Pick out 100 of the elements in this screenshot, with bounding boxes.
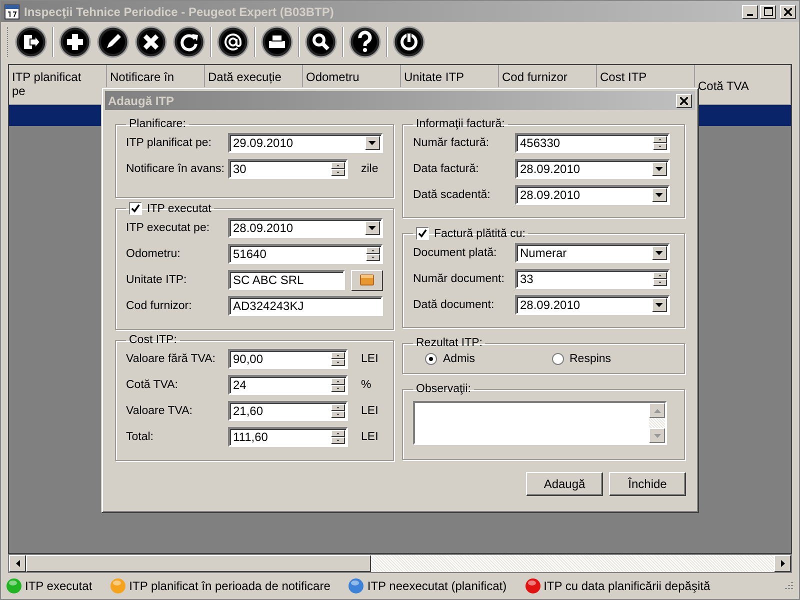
- maximize-button[interactable]: [760, 4, 776, 18]
- unit-label: LEI: [361, 431, 378, 443]
- spin-field[interactable]: 51640: [228, 244, 383, 264]
- arrow-up-icon: [654, 408, 660, 412]
- arrow-down-icon: [654, 434, 660, 438]
- spin-buttons[interactable]: [366, 247, 380, 261]
- help-icon: [349, 26, 381, 58]
- scroll-up-button[interactable]: [649, 403, 665, 418]
- field-label: Dată document:: [413, 299, 496, 311]
- dropdown-button[interactable]: [652, 162, 667, 176]
- unit-label: %: [361, 379, 372, 391]
- minimize-button[interactable]: [742, 4, 758, 18]
- toolbar-button[interactable]: [172, 25, 206, 59]
- close-button[interactable]: [780, 4, 796, 18]
- legend-label: ITP neexecutat (planificat): [367, 579, 507, 593]
- checkbox[interactable]: [416, 227, 429, 240]
- field-label: Document plată:: [413, 247, 498, 259]
- scrollbar-thumb[interactable]: [26, 555, 371, 572]
- date-picker[interactable]: 28.09.2010: [515, 159, 670, 179]
- toolbar-button[interactable]: [58, 25, 92, 59]
- toolbar-button[interactable]: [348, 25, 382, 59]
- field-label: Odometru:: [126, 248, 182, 260]
- exit-icon: [15, 26, 47, 58]
- toolbar-button[interactable]: [392, 25, 426, 59]
- spin-buttons[interactable]: [653, 136, 667, 150]
- spin-buttons[interactable]: [331, 404, 345, 418]
- spin-buttons[interactable]: [331, 430, 345, 444]
- close-icon: [784, 8, 792, 16]
- unit-label: zile: [361, 163, 378, 175]
- minimize-icon: [747, 14, 753, 16]
- spin-field[interactable]: 456330: [515, 133, 670, 153]
- spin-buttons[interactable]: [331, 162, 345, 176]
- dropdown-button[interactable]: [652, 188, 667, 202]
- field-label: Valoare fără TVA:: [126, 353, 216, 365]
- legend-label: ITP executat: [25, 579, 92, 593]
- toolbar-button[interactable]: [134, 25, 168, 59]
- dialog-button[interactable]: Adaugă: [526, 472, 603, 496]
- group-title: Rezultat ITP:: [416, 337, 482, 349]
- field-label: Unitate ITP:: [126, 274, 188, 286]
- spin-field[interactable]: 111,60: [228, 427, 348, 447]
- dropdown-field[interactable]: Numerar: [515, 243, 670, 263]
- caret-down-icon: [655, 250, 664, 256]
- group-title: Factură plătită cu:: [434, 228, 526, 240]
- at-sign-icon: [217, 26, 249, 58]
- search-icon: [305, 26, 337, 58]
- radio-option[interactable]: Admis: [425, 353, 552, 365]
- x-icon: [135, 26, 167, 58]
- horizontal-scrollbar[interactable]: [8, 554, 792, 573]
- group-title: ITP executat: [147, 202, 212, 214]
- dropdown-button[interactable]: [652, 246, 667, 260]
- spin-buttons[interactable]: [653, 272, 667, 286]
- browse-button[interactable]: [351, 270, 383, 290]
- window-title: Inspecţii Tehnice Periodice - Peugeot Expert (B03BTP): [24, 4, 334, 18]
- date-picker[interactable]: 28.09.2010: [228, 218, 383, 238]
- field-label: Cotă TVA:: [126, 379, 179, 391]
- caret-down-icon: [368, 226, 377, 230]
- printer-icon: [261, 26, 293, 58]
- toolbar-button[interactable]: [96, 25, 130, 59]
- dropdown-button[interactable]: [652, 298, 667, 312]
- field-label: ITP planificat pe:: [126, 137, 212, 149]
- maximize-icon: [764, 7, 772, 16]
- notes-textarea[interactable]: [413, 401, 667, 445]
- scroll-down-button[interactable]: [649, 428, 665, 443]
- dialog-button[interactable]: Închide: [609, 472, 686, 496]
- unit-label: LEI: [361, 405, 378, 417]
- pencil-icon: [97, 26, 129, 58]
- toolbar-button[interactable]: [216, 25, 250, 59]
- checkbox[interactable]: [129, 202, 142, 215]
- spin-field[interactable]: 90,00: [228, 349, 348, 369]
- field-label: Număr document:: [413, 273, 506, 285]
- date-picker[interactable]: 28.09.2010: [515, 185, 670, 205]
- calendar-icon: [4, 4, 20, 20]
- spin-field[interactable]: 30: [228, 159, 348, 179]
- spin-field[interactable]: 21,60: [228, 401, 348, 421]
- input-field[interactable]: SC ABC SRL: [228, 270, 345, 290]
- field-label: Valoare TVA:: [126, 405, 194, 417]
- arrow-left-icon: [16, 560, 20, 567]
- group-title: Observaţii:: [416, 383, 471, 395]
- drawer-icon: [360, 274, 374, 286]
- scroll-left-button[interactable]: [9, 555, 26, 572]
- dropdown-button[interactable]: [365, 221, 380, 235]
- spin-field[interactable]: 33: [515, 269, 670, 289]
- toolbar-button[interactable]: [260, 25, 294, 59]
- input-field[interactable]: AD324243KJ: [228, 296, 383, 316]
- power-icon: [393, 26, 425, 58]
- group-title: Cost ITP:: [129, 334, 177, 346]
- date-picker[interactable]: 28.09.2010: [515, 295, 670, 315]
- caret-down-icon: [655, 166, 664, 172]
- scroll-right-button[interactable]: [774, 555, 791, 572]
- date-picker[interactable]: 29.09.2010: [228, 133, 383, 153]
- radio-option[interactable]: Respins: [552, 353, 678, 365]
- dropdown-button[interactable]: [365, 136, 380, 150]
- spin-field[interactable]: 24: [228, 375, 348, 395]
- spin-buttons[interactable]: [331, 352, 345, 366]
- field-label: Data factură:: [413, 163, 480, 175]
- toolbar-button[interactable]: [14, 25, 48, 59]
- close-button[interactable]: [676, 94, 692, 108]
- refresh-icon: [173, 26, 205, 58]
- spin-buttons[interactable]: [331, 378, 345, 392]
- toolbar-button[interactable]: [304, 25, 338, 59]
